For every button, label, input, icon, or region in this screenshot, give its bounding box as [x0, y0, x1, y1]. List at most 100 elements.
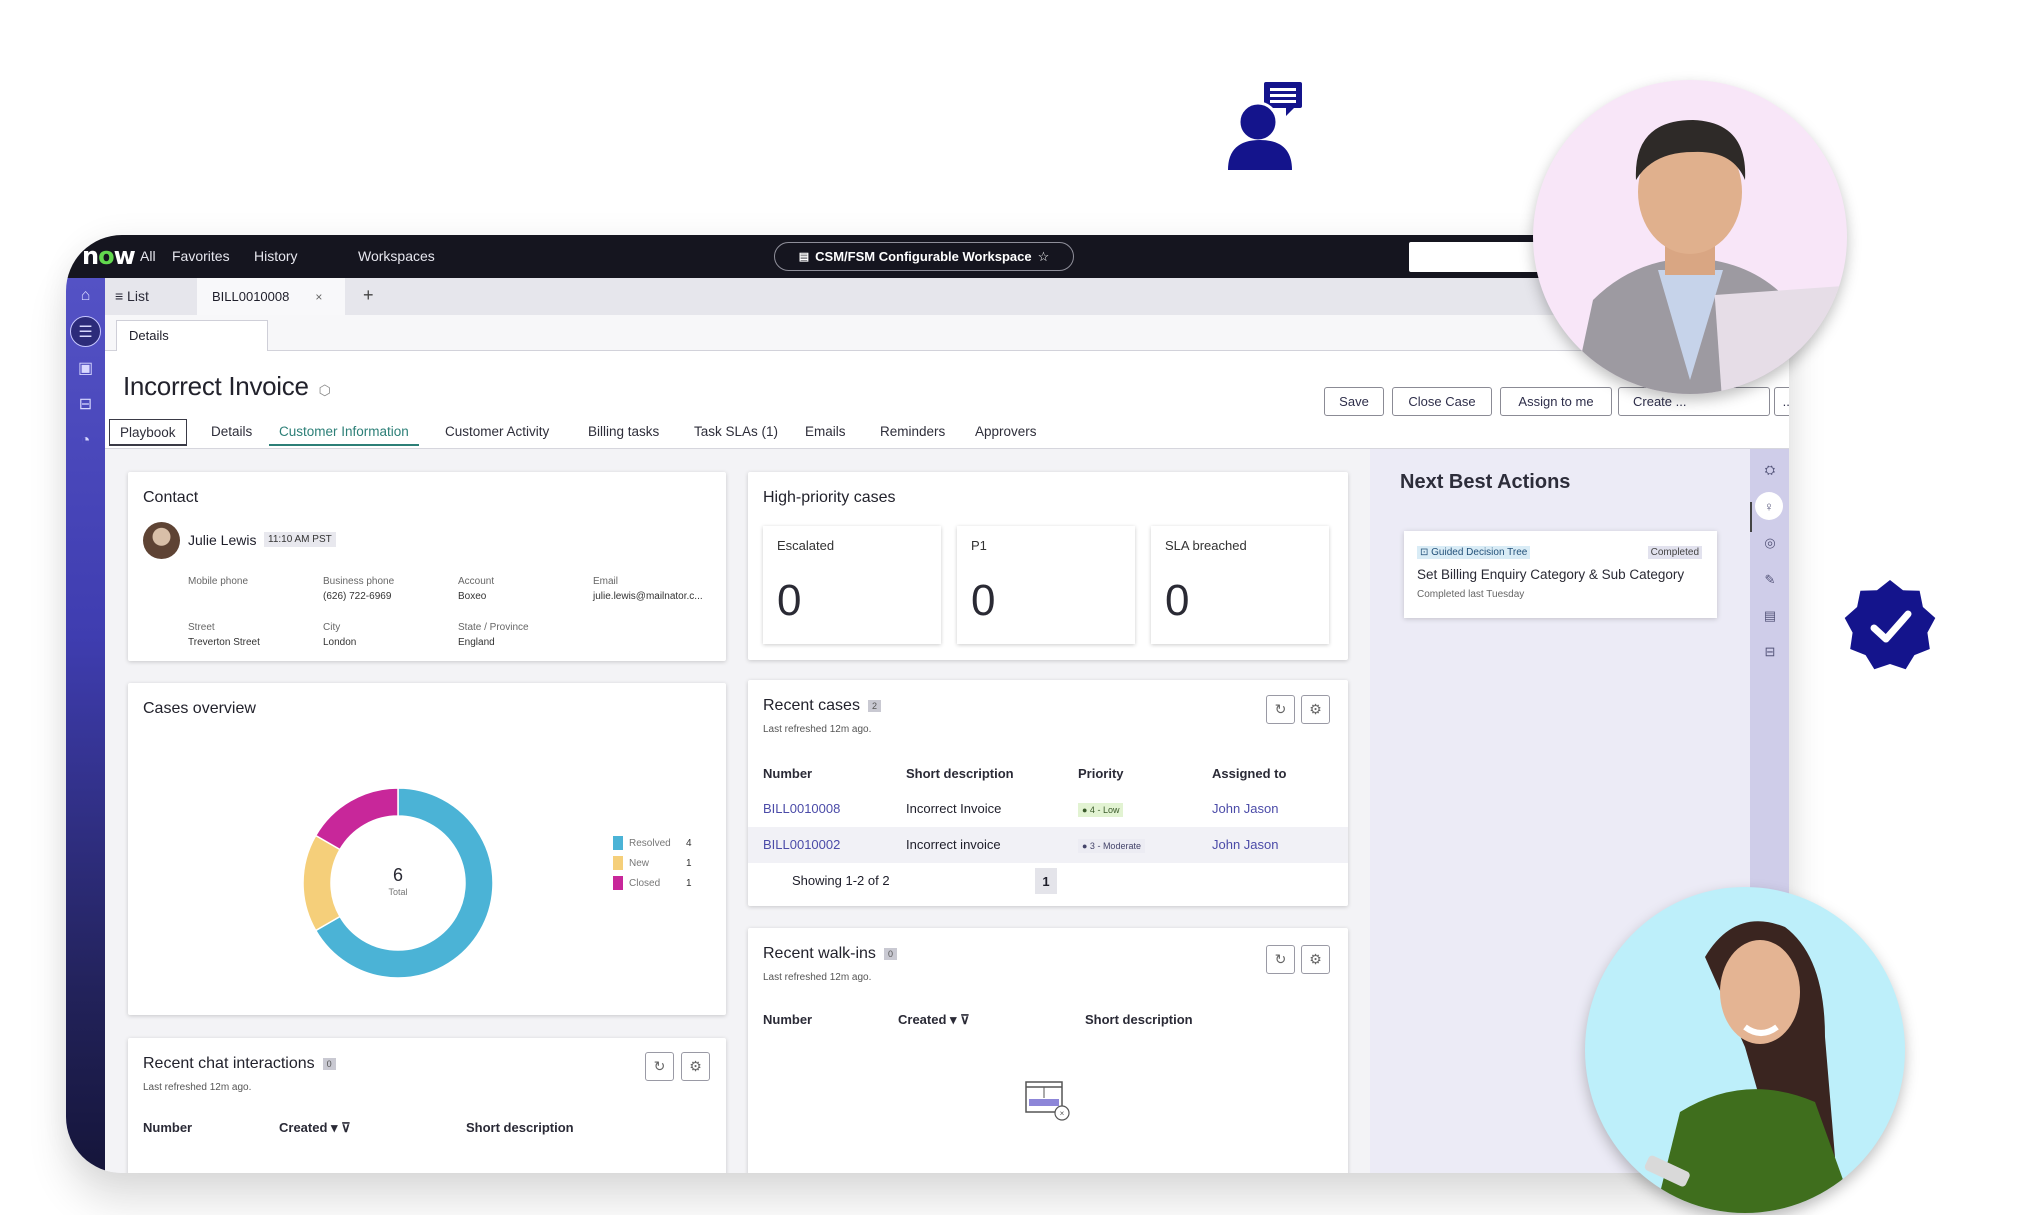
- table-row[interactable]: BILL0010008 Incorrect Invoice ● 4 - Low …: [748, 791, 1348, 827]
- column-header-short-description[interactable]: Short description: [1085, 1012, 1193, 1027]
- tab-billing-tasks[interactable]: Billing tasks: [578, 419, 669, 446]
- add-tab-button[interactable]: +: [363, 285, 374, 306]
- column-header-number[interactable]: Number: [143, 1120, 192, 1135]
- last-refreshed: Last refreshed 12m ago.: [763, 724, 872, 735]
- case-description: Incorrect Invoice: [906, 801, 1002, 816]
- case-number-link[interactable]: BILL0010002: [763, 837, 840, 852]
- column-header-assigned-to[interactable]: Assigned to: [1212, 766, 1286, 781]
- sla-breached-tile[interactable]: SLA breached 0: [1151, 526, 1329, 644]
- legend-item[interactable]: Resolved 4: [613, 836, 692, 850]
- refresh-button[interactable]: ↻: [645, 1052, 674, 1081]
- nba-action-title: Set Billing Enquiry Category & Sub Categ…: [1417, 567, 1685, 582]
- nba-action-card[interactable]: ⊡ Guided Decision Tree Completed Set Bil…: [1404, 531, 1717, 618]
- nav-favorites[interactable]: Favorites: [172, 248, 230, 264]
- contact-card: Contact Julie Lewis 11:10 AM PST Mobile …: [128, 472, 726, 661]
- p1-tile[interactable]: P1 0: [957, 526, 1135, 644]
- agent-assist-icon[interactable]: ⛭: [1759, 459, 1781, 481]
- record-header: Incorrect Invoice ⬡ Save Close Case Assig…: [105, 351, 1789, 449]
- tab-emails[interactable]: Emails: [795, 419, 856, 446]
- inbox-icon[interactable]: ▣: [72, 354, 99, 381]
- layout-icon[interactable]: ⊟: [1759, 641, 1781, 663]
- nav-all[interactable]: All: [140, 248, 156, 264]
- tray-icon[interactable]: ⊟: [72, 390, 99, 417]
- column-header-short-description[interactable]: Short description: [906, 766, 1014, 781]
- priority-badge: ● 4 - Low: [1078, 803, 1124, 817]
- attachment-icon[interactable]: ✎: [1759, 569, 1781, 591]
- avatar: [143, 522, 180, 559]
- legend-label: Resolved: [629, 837, 671, 849]
- tab-customer-information[interactable]: Customer Information: [269, 419, 419, 446]
- tag-icon[interactable]: ⬡: [319, 382, 331, 398]
- tab-approvers[interactable]: Approvers: [965, 419, 1047, 446]
- verified-badge-icon: [1844, 580, 1936, 670]
- list-button[interactable]: ≡ List: [115, 288, 149, 304]
- settings-button[interactable]: ⚙: [1301, 695, 1330, 724]
- settings-button[interactable]: ⚙: [1301, 945, 1330, 974]
- column-header-number[interactable]: Number: [763, 1012, 812, 1027]
- donut-total-label: Total: [388, 887, 407, 897]
- record-tab[interactable]: BILL0010008 ×: [197, 278, 345, 315]
- field-label: Mobile phone: [188, 576, 249, 587]
- woman-illustration: [1644, 921, 1855, 1213]
- field-label: Account: [458, 576, 495, 587]
- assigned-to-link[interactable]: John Jason: [1212, 837, 1279, 852]
- column-header-created[interactable]: Created ▾ ⊽: [279, 1120, 351, 1136]
- recent-walkins-card: Recent walk-ins 0 Last refreshed 12m ago.…: [748, 928, 1348, 1173]
- donut-slice-new[interactable]: [302, 834, 342, 932]
- legend-item[interactable]: New 1: [613, 856, 692, 870]
- nav-workspaces[interactable]: Workspaces: [358, 248, 435, 264]
- tab-details[interactable]: Details: [201, 419, 262, 446]
- agent-photo: [1533, 80, 1847, 394]
- last-refreshed: Last refreshed 12m ago.: [143, 1082, 252, 1093]
- account-value[interactable]: Boxeo: [458, 591, 486, 602]
- tab-reminders[interactable]: Reminders: [870, 419, 955, 446]
- close-tab-icon[interactable]: ×: [315, 290, 322, 304]
- workspace-selector[interactable]: ▤ CSM/FSM Configurable Workspace ☆: [774, 242, 1074, 271]
- legend-item[interactable]: Closed 1: [613, 876, 692, 890]
- nav-history[interactable]: History: [254, 248, 298, 264]
- refresh-button[interactable]: ↻: [1266, 695, 1295, 724]
- list-icon[interactable]: ☰: [70, 316, 101, 347]
- column-header-number[interactable]: Number: [763, 766, 812, 781]
- servicenow-logo[interactable]: now: [82, 242, 136, 270]
- details-subtab[interactable]: Details: [116, 320, 268, 352]
- case-number-link[interactable]: BILL0010008: [763, 801, 840, 816]
- tile-value: 0: [971, 576, 996, 625]
- recent-walkins-title: Recent walk-ins 0: [763, 945, 897, 963]
- column-header-short-description[interactable]: Short description: [466, 1120, 574, 1135]
- escalated-tile[interactable]: Escalated 0: [763, 526, 941, 644]
- field-label: Business phone: [323, 576, 395, 587]
- cases-overview-title: Cases overview: [143, 700, 256, 717]
- donut-slice-closed[interactable]: [314, 787, 399, 851]
- refresh-button[interactable]: ↻: [1266, 945, 1295, 974]
- column-header-created[interactable]: Created ▾ ⊽: [898, 1012, 970, 1028]
- home-icon[interactable]: ⌂: [72, 282, 99, 309]
- tab-playbook[interactable]: Playbook: [109, 419, 187, 446]
- active-rail-indicator: [1750, 502, 1752, 532]
- assigned-to-link[interactable]: John Jason: [1212, 801, 1279, 816]
- email-value[interactable]: julie.lewis@mailnator.c...: [593, 591, 703, 602]
- city-value: London: [323, 637, 357, 648]
- man-illustration: [1573, 120, 1847, 394]
- dashboard-icon[interactable]: ◔: [72, 427, 99, 454]
- activity-icon[interactable]: ◎: [1759, 532, 1781, 554]
- high-priority-title: High-priority cases: [763, 489, 896, 506]
- tab-task-slas[interactable]: Task SLAs (1): [684, 419, 788, 446]
- table-row[interactable]: BILL0010002 Incorrect invoice ● 3 - Mode…: [748, 827, 1348, 863]
- legend-swatch: [613, 876, 623, 890]
- logo-o: o: [98, 242, 114, 270]
- count-badge: 2: [867, 699, 881, 712]
- tab-customer-activity[interactable]: Customer Activity: [435, 419, 559, 446]
- field-label: Street: [188, 622, 215, 633]
- record-tab-label: BILL0010008: [212, 289, 290, 304]
- pagination-page-1[interactable]: 1: [1035, 868, 1057, 894]
- record-tab-strip: ≡ List BILL0010008 × +: [105, 278, 1789, 315]
- document-icon[interactable]: ▤: [1759, 605, 1781, 627]
- pagination-summary: Showing 1-2 of 2: [792, 873, 890, 888]
- lightbulb-icon[interactable]: ♀: [1755, 492, 1783, 520]
- settings-button[interactable]: ⚙: [681, 1052, 710, 1081]
- column-header-priority[interactable]: Priority: [1078, 766, 1124, 781]
- count-badge: 0: [322, 1057, 336, 1070]
- favorite-star-icon[interactable]: ☆: [1038, 249, 1050, 265]
- contact-name[interactable]: Julie Lewis: [188, 532, 256, 548]
